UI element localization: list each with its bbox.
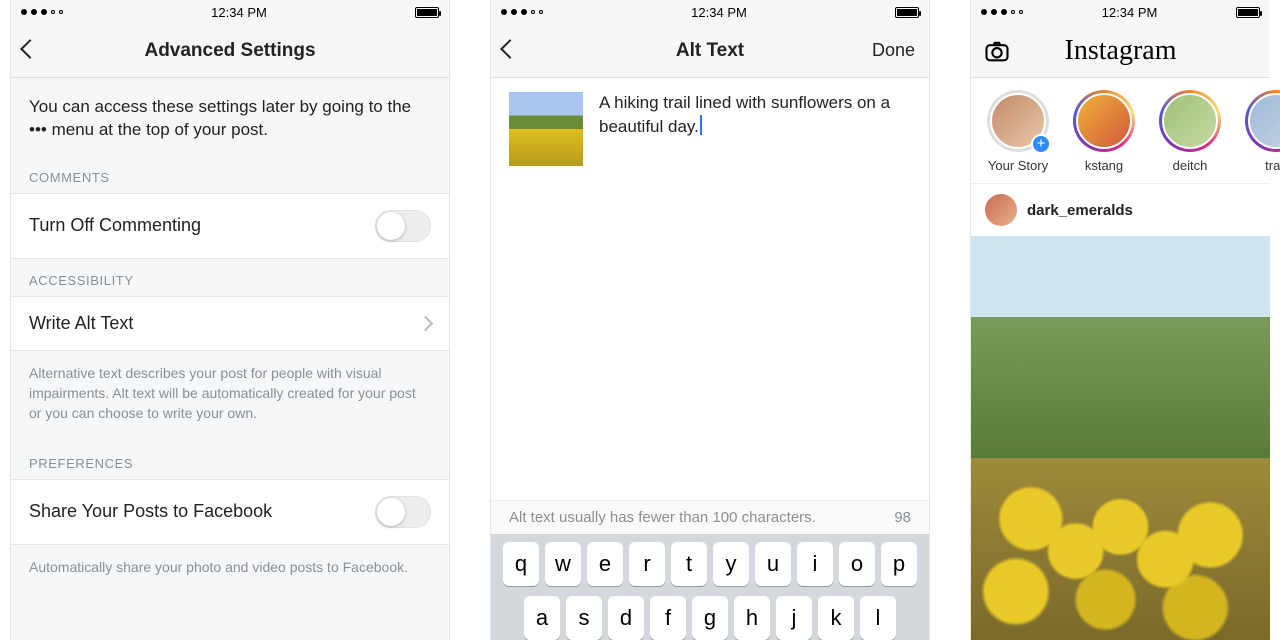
nav-bar: Alt Text Done bbox=[491, 24, 929, 78]
alt-text-value: A hiking trail lined with sunflowers on … bbox=[599, 93, 890, 136]
hint-text: Alt text usually has fewer than 100 char… bbox=[509, 509, 816, 526]
status-bar: 12:34 PM bbox=[971, 0, 1270, 24]
nav-bar: Advanced Settings bbox=[11, 24, 449, 78]
screen-advanced-settings: 12:34 PM Advanced Settings You can acces… bbox=[10, 0, 450, 640]
page-title: Advanced Settings bbox=[144, 40, 315, 62]
chevron-left-icon bbox=[23, 40, 37, 61]
key-h[interactable]: h bbox=[734, 596, 770, 640]
row-write-alt-text[interactable]: Write Alt Text bbox=[11, 296, 449, 351]
toggle-share-facebook[interactable] bbox=[375, 496, 431, 528]
stories-tray[interactable]: + Your Story kstang deitch trav bbox=[971, 78, 1270, 184]
char-count: 98 bbox=[894, 509, 911, 526]
key-q[interactable]: q bbox=[503, 542, 539, 586]
chevron-left-icon bbox=[503, 40, 517, 61]
screen-alt-text: 12:34 PM Alt Text Done A hiking trail li… bbox=[490, 0, 930, 640]
key-j[interactable]: j bbox=[776, 596, 812, 640]
accessibility-helper-text: Alternative text describes your post for… bbox=[11, 351, 449, 442]
status-bar: 12:34 PM bbox=[491, 0, 929, 24]
section-preferences-label: PREFERENCES bbox=[11, 442, 449, 479]
brand-logo: Instagram bbox=[1065, 35, 1177, 67]
toggle-commenting[interactable] bbox=[375, 210, 431, 242]
story-item[interactable]: trav bbox=[1243, 90, 1280, 173]
status-time: 12:34 PM bbox=[211, 5, 267, 20]
section-accessibility-label: ACCESSIBILITY bbox=[11, 259, 449, 296]
done-button[interactable]: Done bbox=[872, 24, 915, 77]
status-bar: 12:34 PM bbox=[11, 0, 449, 24]
key-i[interactable]: i bbox=[797, 542, 833, 586]
nav-bar: Instagram bbox=[971, 24, 1270, 78]
key-p[interactable]: p bbox=[881, 542, 917, 586]
key-k[interactable]: k bbox=[818, 596, 854, 640]
key-d[interactable]: d bbox=[608, 596, 644, 640]
key-o[interactable]: o bbox=[839, 542, 875, 586]
key-a[interactable]: a bbox=[524, 596, 560, 640]
alt-text-hint-bar: Alt text usually has fewer than 100 char… bbox=[491, 500, 929, 534]
post-username: dark_emeralds bbox=[1027, 202, 1133, 219]
post-image[interactable] bbox=[971, 236, 1270, 640]
key-w[interactable]: w bbox=[545, 542, 581, 586]
photo-thumbnail bbox=[509, 92, 583, 166]
screen-feed: 12:34 PM Instagram + Your Story kstang d… bbox=[970, 0, 1270, 640]
alt-text-input[interactable]: A hiking trail lined with sunflowers on … bbox=[599, 92, 911, 166]
story-label: trav bbox=[1265, 158, 1280, 173]
status-time: 12:34 PM bbox=[1102, 5, 1158, 20]
story-item[interactable]: deitch bbox=[1157, 90, 1223, 173]
signal-dots bbox=[981, 9, 1023, 15]
story-label: kstang bbox=[1085, 158, 1123, 173]
page-title: Alt Text bbox=[676, 40, 744, 62]
row-turn-off-commenting[interactable]: Turn Off Commenting bbox=[11, 193, 449, 259]
story-item[interactable]: kstang bbox=[1071, 90, 1137, 173]
camera-button[interactable] bbox=[983, 24, 1011, 77]
story-label: Your Story bbox=[988, 158, 1048, 173]
key-f[interactable]: f bbox=[650, 596, 686, 640]
key-u[interactable]: u bbox=[755, 542, 791, 586]
key-g[interactable]: g bbox=[692, 596, 728, 640]
signal-dots bbox=[21, 9, 63, 15]
key-t[interactable]: t bbox=[671, 542, 707, 586]
battery-icon bbox=[895, 7, 919, 18]
key-l[interactable]: l bbox=[860, 596, 896, 640]
chevron-right-icon bbox=[420, 313, 431, 334]
post-header[interactable]: dark_emeralds bbox=[971, 184, 1270, 236]
key-y[interactable]: y bbox=[713, 542, 749, 586]
key-e[interactable]: e bbox=[587, 542, 623, 586]
battery-icon bbox=[1236, 7, 1260, 18]
signal-dots bbox=[501, 9, 543, 15]
key-s[interactable]: s bbox=[566, 596, 602, 640]
plus-badge-icon: + bbox=[1031, 134, 1051, 154]
text-cursor bbox=[700, 115, 702, 135]
row-share-facebook[interactable]: Share Your Posts to Facebook bbox=[11, 479, 449, 545]
key-r[interactable]: r bbox=[629, 542, 665, 586]
back-button[interactable] bbox=[503, 24, 517, 77]
row-label: Turn Off Commenting bbox=[29, 215, 201, 236]
story-your-story[interactable]: + Your Story bbox=[985, 90, 1051, 173]
row-label: Share Your Posts to Facebook bbox=[29, 501, 272, 522]
keyboard: qwertyuiop asdfghjkl bbox=[491, 534, 929, 640]
battery-icon bbox=[415, 7, 439, 18]
status-time: 12:34 PM bbox=[691, 5, 747, 20]
camera-icon bbox=[983, 37, 1011, 65]
intro-text: You can access these settings later by g… bbox=[11, 78, 449, 156]
story-label: deitch bbox=[1173, 158, 1208, 173]
back-button[interactable] bbox=[23, 24, 37, 77]
preferences-helper-text: Automatically share your photo and video… bbox=[11, 545, 449, 595]
avatar bbox=[985, 194, 1017, 226]
section-comments-label: COMMENTS bbox=[11, 156, 449, 193]
row-label: Write Alt Text bbox=[29, 313, 133, 334]
